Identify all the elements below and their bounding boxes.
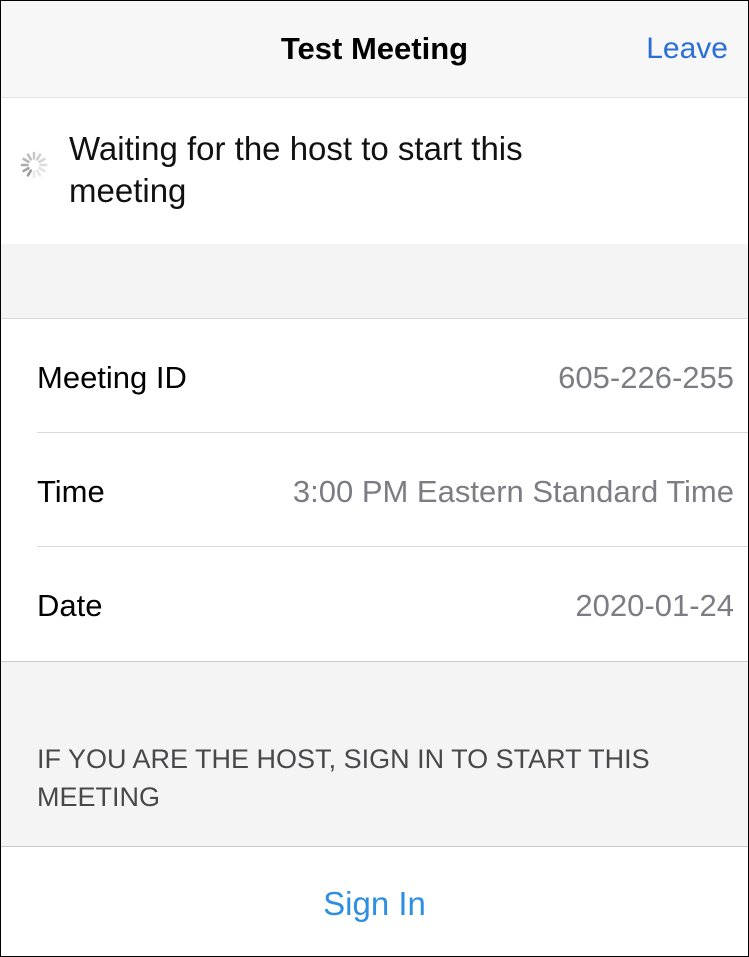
meeting-id-label: Meeting ID xyxy=(37,360,187,395)
meeting-details-list: Meeting ID 605-226-255 Time 3:00 PM East… xyxy=(1,319,748,662)
section-spacer xyxy=(1,244,748,319)
loading-spinner-icon xyxy=(20,151,48,179)
date-row: Date 2020-01-24 xyxy=(37,547,748,660)
time-label: Time xyxy=(37,474,105,509)
host-sign-in-note: IF YOU ARE THE HOST, SIGN IN TO START TH… xyxy=(37,744,650,812)
waiting-message: Waiting for the host to start this meeti… xyxy=(69,130,523,209)
date-value: 2020-01-24 xyxy=(575,588,734,623)
sign-in-button[interactable]: Sign In xyxy=(1,885,748,923)
time-row: Time 3:00 PM Eastern Standard Time xyxy=(37,433,748,547)
time-value: 3:00 PM Eastern Standard Time xyxy=(292,474,734,509)
meeting-screen: Test Meeting Leave Waiting for the host … xyxy=(0,0,749,957)
sign-in-area: Sign In xyxy=(1,847,748,956)
host-info-section: IF YOU ARE THE HOST, SIGN IN TO START TH… xyxy=(1,662,748,847)
meeting-title: Test Meeting xyxy=(280,31,469,66)
navigation-bar: Test Meeting Leave xyxy=(1,1,748,98)
meeting-id-row: Meeting ID 605-226-255 xyxy=(37,319,748,433)
meeting-id-value: 605-226-255 xyxy=(558,360,734,395)
leave-button[interactable]: Leave xyxy=(646,32,728,66)
waiting-section: Waiting for the host to start this meeti… xyxy=(1,98,748,244)
date-label: Date xyxy=(37,588,103,623)
